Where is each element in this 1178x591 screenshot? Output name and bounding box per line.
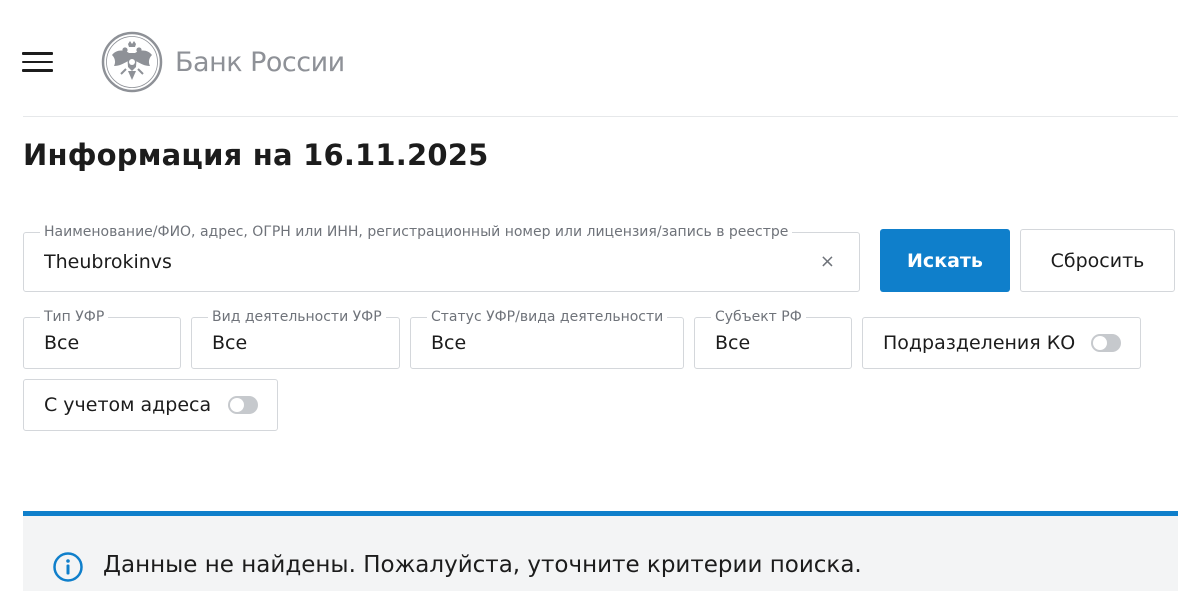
address-toggle-label: С учетом адреса (44, 394, 212, 416)
activity-select[interactable]: Вид деятельности УФР Все (191, 309, 400, 369)
region-select[interactable]: Субъект РФ Все (694, 309, 852, 369)
bank-logo[interactable]: Банк России (101, 31, 345, 93)
page-title: Информация на 16.11.2025 (23, 138, 489, 172)
header-divider (23, 116, 1178, 117)
switch-knob (1093, 336, 1107, 350)
activity-select-label: Вид деятельности УФР (208, 309, 386, 325)
close-icon[interactable]: × (820, 253, 835, 271)
info-circle-icon (53, 552, 83, 582)
hamburger-menu-icon[interactable] (22, 52, 53, 72)
address-toggle[interactable]: С учетом адреса (23, 379, 278, 431)
branches-toggle[interactable]: Подразделения КО (862, 317, 1141, 369)
switch-knob (230, 398, 244, 412)
search-field[interactable]: Наименование/ФИО, адрес, ОГРН или ИНН, р… (23, 224, 860, 292)
notice-text: Данные не найдены. Пожалуйста, уточните … (103, 552, 862, 578)
status-select-label: Статус УФР/вида деятельности (427, 309, 668, 325)
region-select-label: Субъект РФ (711, 309, 806, 325)
address-switch[interactable] (228, 396, 258, 414)
type-select-value: Все (44, 332, 80, 354)
reset-button[interactable]: Сбросить (1020, 229, 1175, 292)
branches-toggle-label: Подразделения КО (883, 332, 1076, 354)
search-input[interactable] (44, 251, 804, 273)
type-select[interactable]: Тип УФР Все (23, 309, 181, 369)
region-select-value: Все (715, 332, 751, 354)
logo-text: Банк России (175, 46, 345, 78)
no-results-notice: Данные не найдены. Пожалуйста, уточните … (23, 511, 1178, 591)
branches-switch[interactable] (1091, 334, 1121, 352)
status-select-value: Все (431, 332, 467, 354)
site-header: Банк России (0, 0, 1178, 117)
type-select-label: Тип УФР (40, 309, 109, 325)
search-button[interactable]: Искать (880, 229, 1010, 292)
activity-select-value: Все (212, 332, 248, 354)
search-field-label: Наименование/ФИО, адрес, ОГРН или ИНН, р… (40, 224, 793, 240)
double-headed-eagle-emblem-icon (101, 31, 163, 93)
status-select[interactable]: Статус УФР/вида деятельности Все (410, 309, 684, 369)
